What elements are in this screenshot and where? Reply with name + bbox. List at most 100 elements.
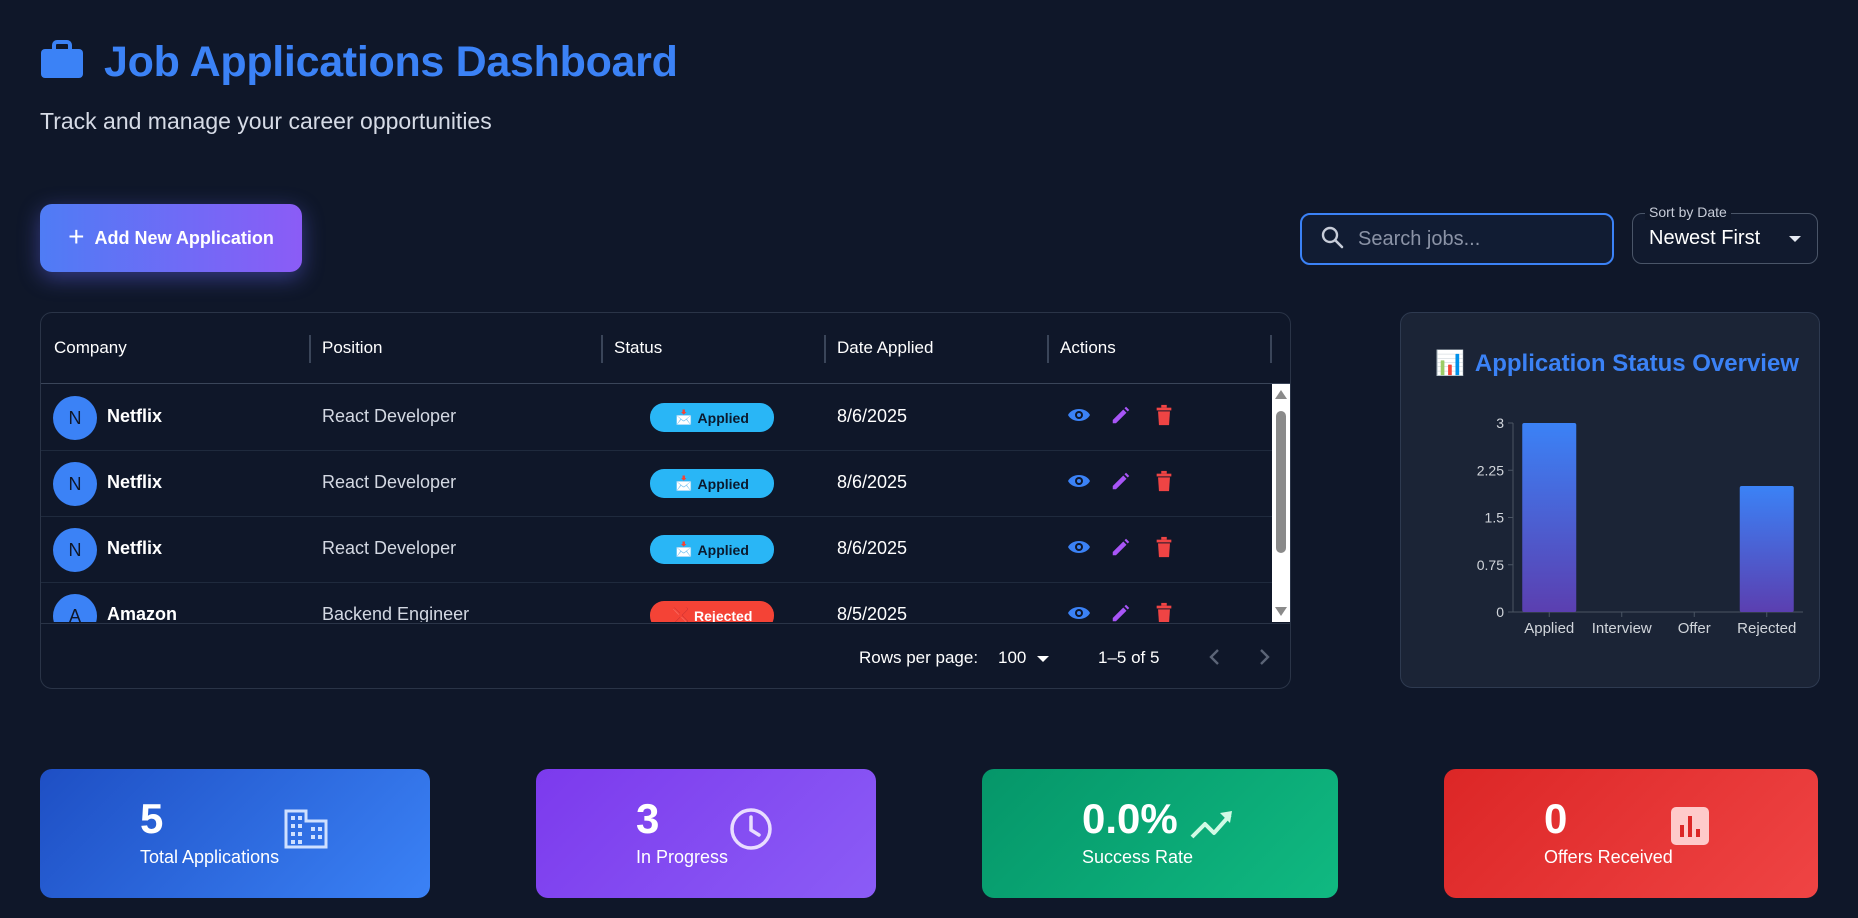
- status-label: Applied: [697, 541, 749, 558]
- avatar: N: [53, 462, 97, 506]
- avatar: A: [53, 594, 97, 622]
- column-header-position[interactable]: Position: [322, 313, 382, 383]
- status-label: Applied: [697, 475, 749, 492]
- delete-button[interactable]: [1151, 534, 1177, 560]
- column-divider[interactable]: [824, 335, 826, 363]
- page-title: Job Applications Dashboard: [104, 38, 678, 86]
- date-applied: 8/6/2025: [837, 538, 908, 558]
- stat-value: 0: [1544, 795, 1568, 842]
- scroll-down-arrow-icon[interactable]: [1275, 607, 1287, 616]
- chevron-left-icon: [1209, 649, 1219, 665]
- y-tick-label: 1.5: [1485, 510, 1505, 526]
- table-row[interactable]: N Netflix React Developer 📩 Applied 8/6/…: [41, 384, 1272, 451]
- trash-icon: [1156, 404, 1172, 426]
- rows-per-page-label: Rows per page:: [859, 648, 979, 667]
- column-divider[interactable]: [1047, 335, 1049, 363]
- stat-value: 3: [636, 795, 660, 842]
- view-button[interactable]: [1066, 534, 1092, 560]
- view-button[interactable]: [1066, 402, 1092, 428]
- eye-icon: [1068, 409, 1090, 421]
- column-header-date-applied[interactable]: Date Applied: [837, 313, 933, 383]
- table-scrollbar[interactable]: [1272, 384, 1290, 622]
- x-tick-label: Rejected: [1737, 620, 1796, 637]
- stat-label: In Progress: [636, 847, 729, 867]
- previous-page-button[interactable]: [1202, 644, 1228, 670]
- company-name: Netflix: [107, 406, 163, 426]
- pencil-icon: [1112, 604, 1130, 622]
- trending-up-icon: [1190, 807, 1234, 846]
- bar-chart-emoji-icon: 📊: [1435, 350, 1465, 377]
- eye-icon: [1068, 541, 1090, 553]
- clock-icon: [729, 807, 773, 856]
- bar-chart-icon: [1671, 807, 1709, 850]
- delete-button[interactable]: [1151, 468, 1177, 494]
- scroll-up-arrow-icon[interactable]: [1275, 390, 1287, 399]
- company-name: Amazon: [107, 604, 178, 622]
- edit-button[interactable]: [1108, 402, 1134, 428]
- column-header-actions[interactable]: Actions: [1060, 313, 1116, 383]
- add-application-label: Add New Application: [94, 227, 274, 248]
- scroll-thumb[interactable]: [1276, 411, 1286, 553]
- y-tick-label: 0.75: [1477, 557, 1504, 573]
- column-divider[interactable]: [1270, 335, 1272, 363]
- search-input[interactable]: [1356, 226, 1590, 252]
- delete-button[interactable]: [1151, 600, 1177, 622]
- column-divider[interactable]: [601, 335, 603, 363]
- inbox-icon: 📩: [675, 541, 693, 557]
- stat-label: Offers Received: [1544, 847, 1673, 867]
- building-icon: [284, 807, 328, 854]
- avatar: N: [53, 396, 97, 440]
- y-tick-label: 2.25: [1477, 462, 1504, 478]
- chart-title: 📊 Application Status Overview: [1435, 349, 1799, 378]
- position-title: React Developer: [322, 472, 457, 492]
- stat-card-in-progress: 3 In Progress: [536, 769, 876, 898]
- add-application-button[interactable]: + Add New Application: [40, 204, 302, 272]
- column-divider[interactable]: [309, 335, 311, 363]
- position-title: React Developer: [322, 406, 457, 426]
- stat-card-total-applications: 5 Total Applications: [40, 769, 430, 898]
- page-subtitle: Track and manage your career opportuniti…: [40, 108, 492, 134]
- date-applied: 8/5/2025: [837, 604, 908, 622]
- table-pagination: Rows per page: 100 1–5 of 5: [41, 623, 1290, 688]
- y-tick-label: 0: [1496, 604, 1504, 620]
- status-badge: 📩 Applied: [650, 469, 774, 498]
- pencil-icon: [1112, 472, 1130, 490]
- stat-label: Total Applications: [140, 847, 280, 867]
- table-row[interactable]: N Netflix React Developer 📩 Applied 8/6/…: [41, 450, 1272, 517]
- trash-icon: [1156, 470, 1172, 492]
- inbox-icon: 📩: [675, 475, 693, 491]
- next-page-button[interactable]: [1251, 644, 1277, 670]
- eye-icon: [1068, 475, 1090, 487]
- applications-table: Company Position Status Date Applied Act…: [40, 312, 1291, 689]
- inbox-icon: 📩: [675, 409, 693, 425]
- company-name: Netflix: [107, 538, 163, 558]
- bar-rejected[interactable]: [1739, 486, 1794, 612]
- edit-button[interactable]: [1108, 600, 1134, 622]
- x-tick-label: Applied: [1524, 620, 1574, 637]
- trash-icon: [1156, 602, 1172, 622]
- column-header-company[interactable]: Company: [54, 313, 127, 383]
- x-mark-icon: ❌: [671, 607, 690, 622]
- delete-button[interactable]: [1151, 402, 1177, 428]
- stat-value: 5: [140, 795, 164, 842]
- column-header-status[interactable]: Status: [614, 313, 662, 383]
- table-row[interactable]: A Amazon Backend Engineer ❌ Rejected 8/5…: [41, 582, 1272, 622]
- date-applied: 8/6/2025: [837, 472, 908, 492]
- chevron-down-icon[interactable]: [1037, 656, 1049, 662]
- rows-per-page-select[interactable]: 100: [998, 648, 1026, 668]
- view-button[interactable]: [1066, 600, 1092, 622]
- edit-button[interactable]: [1108, 468, 1134, 494]
- table-row[interactable]: N Netflix React Developer 📩 Applied 8/6/…: [41, 516, 1272, 583]
- chevron-right-icon: [1260, 649, 1270, 665]
- status-badge: 📩 Applied: [650, 403, 774, 432]
- chevron-down-icon: [1789, 236, 1801, 242]
- sort-select[interactable]: Sort by Date Newest First: [1632, 204, 1818, 264]
- plus-icon: +: [68, 220, 85, 252]
- view-button[interactable]: [1066, 468, 1092, 494]
- bar-applied[interactable]: [1522, 423, 1577, 612]
- sort-value: Newest First: [1649, 227, 1761, 249]
- table-header: Company Position Status Date Applied Act…: [41, 313, 1290, 384]
- trash-icon: [1156, 536, 1172, 558]
- edit-button[interactable]: [1108, 534, 1134, 560]
- chart-title-text: Application Status Overview: [1474, 349, 1799, 377]
